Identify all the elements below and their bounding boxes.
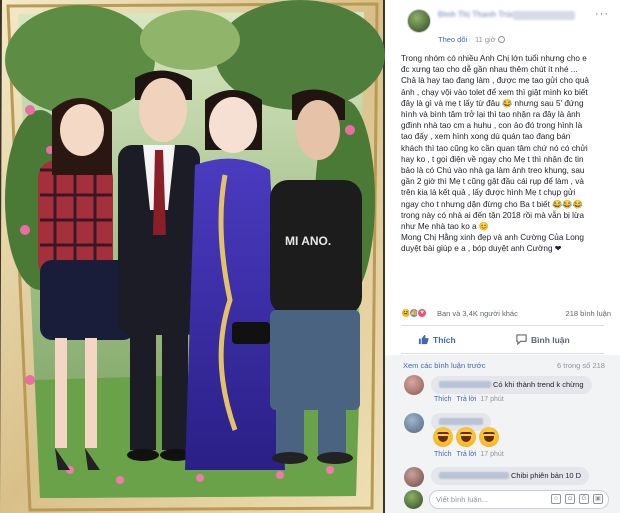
- comment-count[interactable]: 218 bình luận: [566, 309, 611, 318]
- comment-bubble: Có khi thành trend k chừng: [431, 376, 592, 394]
- author-avatar[interactable]: [407, 9, 431, 33]
- laughing-emoji-icon: [479, 427, 499, 447]
- post-line: bảo là có Chú vào nhà ga làm ảnh treo kh…: [401, 166, 585, 176]
- love-icon: ♥: [417, 308, 427, 318]
- post-line: trong này có nhà ai đến tận 2018 rồi mà …: [401, 210, 584, 220]
- comment-label: Bình luận: [531, 334, 570, 345]
- post-line: Trong nhóm có nhiều Anh Chị lớn tuổi như…: [401, 54, 587, 63]
- view-previous-comments-link[interactable]: Xem các bình luận trước: [403, 361, 485, 370]
- post-sidebar: Đinh Thị Thanh Trúc ··· Theo dõi · 11 gi…: [385, 0, 620, 513]
- post-line: Mong Chị Hằng xinh đẹp và anh Cường Của …: [401, 233, 584, 243]
- comment-text: Chibi phiên bản 10 D: [511, 471, 582, 480]
- comment-reply-link[interactable]: Trả lời: [457, 396, 477, 403]
- comment-text: Có khi thành trend k chừng: [493, 380, 584, 389]
- commenter-avatar[interactable]: [404, 375, 424, 395]
- facebook-photo-viewer: MI ANO. Đinh Thị Thanh Trúc ··· Theo dõi…: [0, 0, 620, 513]
- separator-dot: ·: [468, 35, 471, 44]
- laughing-emoji-comment: [433, 427, 502, 451]
- sticker-icon[interactable]: ▣: [593, 494, 603, 504]
- gif-icon[interactable]: G: [579, 494, 589, 504]
- comment-actions: Thích Trả lời 17 phút: [434, 396, 504, 403]
- my-avatar: [404, 490, 423, 509]
- post-line: đây là gì và mẹ t lấy từ đâu 😂 nhưng sau…: [401, 98, 584, 108]
- framed-family-portrait: MI ANO.: [0, 0, 385, 513]
- post-line: ngay cho t nhưng dặn đừng cho Ba t biết …: [401, 199, 583, 209]
- post-line: gần 2 giờ thì Mẹ t cũng gật đầu cái rụp …: [401, 177, 584, 187]
- follow-link[interactable]: Theo dõi: [438, 35, 467, 44]
- like-button[interactable]: Thích: [418, 331, 456, 348]
- commenter-name-blur[interactable]: [439, 381, 491, 388]
- tshirt-print: MI ANO.: [285, 234, 331, 248]
- comment-time[interactable]: 17 phút: [480, 396, 503, 403]
- reaction-text[interactable]: Bạn và 3,4K người khác: [437, 309, 518, 318]
- post-line: khách thì tao cũng ko cần quan tâm chứ n…: [401, 143, 588, 153]
- divider: [401, 325, 604, 326]
- post-line: Chả là hay tao đang làm , được mẹ tao gử…: [401, 76, 589, 86]
- divider: [401, 353, 604, 354]
- comment-actions: Thích Trả lời 17 phút: [434, 451, 504, 458]
- post-photo[interactable]: MI ANO.: [0, 0, 385, 513]
- laughing-emoji-icon: [433, 427, 453, 447]
- comment-time[interactable]: 17 phút: [480, 451, 503, 458]
- post-line: hình và bình tâm trở lại thì tao nhận ra…: [401, 110, 581, 120]
- comment-input-tools: ☺ ◘ G ▣: [551, 494, 603, 504]
- post-header: Đinh Thị Thanh Trúc ··· Theo dõi · 11 gi…: [385, 0, 620, 48]
- post-line: duyệt bài giúp e a , bóp duyệt anh Cường…: [401, 244, 562, 254]
- comment-input-placeholder: Viết bình luận...: [436, 495, 488, 504]
- comment-like-link[interactable]: Thích: [434, 451, 452, 458]
- comment-like-link[interactable]: Thích: [434, 396, 452, 403]
- comment-button[interactable]: Bình luận: [516, 331, 570, 348]
- comment-bubble: Chibi phiên bản 10 D: [431, 467, 590, 485]
- commenter-name-blur[interactable]: [439, 418, 483, 425]
- commenter-name-blur[interactable]: [439, 472, 509, 479]
- comments-section: Xem các bình luận trước 6 trong số 218 C…: [385, 355, 620, 513]
- post-line: trên kia là kết quả , lấy được hình Mẹ t…: [401, 188, 576, 198]
- post-text: Trong nhóm có nhiều Anh Chị lớn tuổi như…: [401, 53, 615, 255]
- post-line: ảnh , chạy vội vào tolet để xem thì giật…: [401, 87, 588, 97]
- comment-icon: [516, 334, 527, 345]
- post-line: như Mẹ nhà tao ko a 😊: [401, 222, 490, 232]
- camera-icon[interactable]: ◘: [565, 494, 575, 504]
- thumbs-up-icon: [418, 334, 429, 345]
- post-time[interactable]: 11 giờ: [475, 35, 496, 44]
- commenter-avatar[interactable]: [404, 413, 424, 433]
- post-line: đc xưng tao cho dễ gần nhau thêm chút ít…: [401, 65, 578, 75]
- author-name-blur: [513, 11, 575, 20]
- comments-shown-count: 6 trong số 218: [557, 361, 605, 370]
- laughing-emoji-icon: [456, 427, 476, 447]
- reaction-summary[interactable]: 😆 👍 ♥ Bạn và 3,4K người khác 218 bình lu…: [401, 307, 616, 321]
- post-line: gđình nhà tao cm a huhu , con ảo đó tron…: [401, 121, 583, 131]
- reaction-icons: 😆 👍 ♥: [401, 308, 433, 318]
- like-label: Thích: [433, 334, 456, 345]
- emoji-icon[interactable]: ☺: [551, 494, 561, 504]
- post-line: hay ko , t gọi điện về ngay cho Mẹ t thì…: [401, 154, 584, 164]
- comment-reply-link[interactable]: Trả lời: [457, 451, 477, 458]
- commenter-avatar[interactable]: [404, 467, 424, 487]
- globe-icon: [498, 36, 505, 43]
- more-options-icon[interactable]: ···: [595, 8, 609, 20]
- comment-input[interactable]: Viết bình luận... ☺ ◘ G ▣: [429, 490, 609, 509]
- post-line: tao đấy , xem hình xong dù quán tao đang…: [401, 132, 571, 142]
